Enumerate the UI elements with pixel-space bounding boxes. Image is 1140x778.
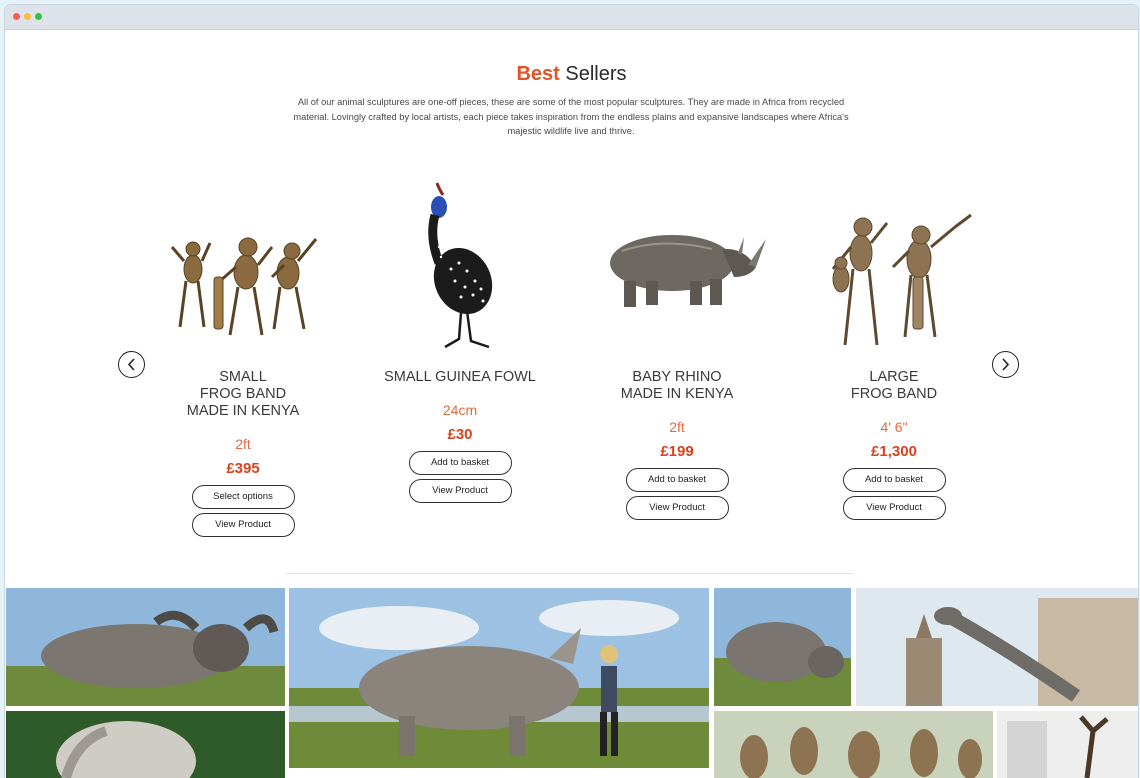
rhino-woman-photo [289,588,709,768]
gallery-tile-indoor[interactable] [997,711,1138,778]
add-to-basket-button[interactable]: Add to basket [408,451,512,475]
product-card: Small Guinea Fowl 24cm £30 Add to basket… [355,177,565,503]
product-size: 2ft [669,419,685,435]
giraffe-photo [856,588,1138,706]
indoor-sculpture-photo [997,711,1138,778]
gallery-tile-hippo[interactable] [714,588,851,706]
view-product-button[interactable]: View Product [191,513,295,537]
product-size: 4' 6" [880,419,908,435]
section-divider [286,573,854,574]
close-window-button[interactable] [13,13,20,20]
product-price: £30 [447,426,473,443]
chevron-left-icon [127,358,135,371]
view-product-button[interactable]: View Product [625,496,729,520]
guinea-fowl-image[interactable] [355,177,565,355]
buffalo-photo [6,588,285,706]
gallery-tile-rhino[interactable] [289,588,709,768]
product-name[interactable]: Baby Rhino Made in Kenya [572,369,782,403]
gallery-tile-giraffe[interactable] [856,588,1138,706]
gallery-tile-buffalo[interactable] [6,588,285,706]
chevron-right-icon [1002,358,1010,371]
product-price: £199 [660,443,694,460]
product-name[interactable]: Small Guinea Fowl [355,369,565,386]
product-price: £395 [226,460,260,477]
view-product-button[interactable]: View Product [842,496,946,520]
frog-band-photo [714,711,993,778]
gallery-tile-elephant[interactable] [6,711,285,778]
view-product-button[interactable]: View Product [408,479,512,503]
product-card: Large Frog Band 4' 6" £1,300 Add to bask… [789,177,999,520]
select-options-button[interactable]: Select options [191,485,295,509]
product-card: Baby Rhino Made in Kenya 2ft £199 Add to… [572,177,782,520]
add-to-basket-button[interactable]: Add to basket [842,468,946,492]
elephant-photo [6,711,285,778]
window-titlebar [5,5,1138,30]
baby-rhino-image[interactable] [572,177,782,355]
browser-window: Best Sellers All of our animal sculpture… [5,5,1138,778]
large-frog-band-image[interactable] [789,177,999,355]
product-price: £1,300 [871,443,917,460]
product-size: 24cm [442,402,478,418]
product-card: Small Frog Band Made in Kenya 2ft £395 S… [138,177,348,537]
section-intro: All of our animal sculptures are one-off… [293,97,849,136]
heading-rest: Sellers [559,63,627,85]
frog-band-image[interactable] [138,177,348,355]
add-to-basket-button[interactable]: Add to basket [625,468,729,492]
product-name[interactable]: Small Frog Band Made in Kenya [138,369,348,420]
heading-accent: Best [516,63,560,85]
gallery-tile-frog-band[interactable] [714,711,993,778]
best-sellers-heading: Best Sellers [5,63,1138,86]
maximize-window-button[interactable] [35,13,42,20]
product-name[interactable]: Large Frog Band [789,369,999,403]
product-size: 2ft [235,436,251,452]
minimize-window-button[interactable] [24,13,31,20]
hippo-photo [714,588,851,706]
